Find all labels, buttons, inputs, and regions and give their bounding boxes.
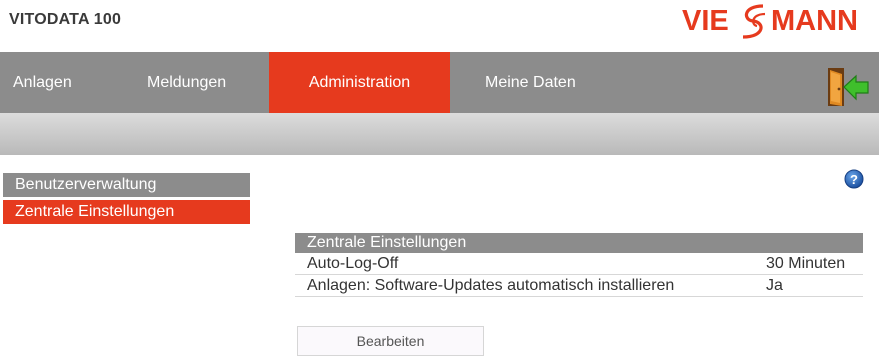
svg-text:VIE: VIE (682, 5, 729, 37)
nav-anlagen[interactable]: Anlagen (13, 52, 72, 113)
settings-row: Auto-Log-Off 30 Minuten (295, 254, 863, 275)
nav-meldungen[interactable]: Meldungen (147, 52, 226, 113)
app-title: VITODATA 100 (9, 11, 122, 28)
main-navigation: Anlagen Meldungen Administration Meine D… (0, 52, 879, 113)
setting-value: 30 Minuten (766, 255, 846, 272)
setting-label: Anlagen: Software-Updates automatisch in… (307, 277, 675, 294)
nav-administration[interactable]: Administration (269, 52, 450, 113)
svg-text:MANN: MANN (771, 5, 858, 37)
exit-door-icon[interactable] (826, 66, 870, 108)
edit-button[interactable]: Bearbeiten (297, 326, 484, 356)
panel-title: Zentrale Einstellungen (295, 233, 863, 253)
help-icon[interactable]: ? (844, 169, 864, 189)
viessmann-logo: VIE MANN (682, 4, 858, 39)
sub-navigation-bar (0, 113, 879, 155)
svg-text:?: ? (850, 172, 858, 187)
setting-label: Auto-Log-Off (307, 255, 399, 272)
sidebar-item-benutzerverwaltung[interactable]: Benutzerverwaltung (3, 173, 250, 197)
settings-row: Anlagen: Software-Updates automatisch in… (295, 276, 863, 297)
setting-value: Ja (766, 277, 783, 294)
sidebar-item-zentrale-einstellungen[interactable]: Zentrale Einstellungen (3, 200, 250, 224)
nav-meine-daten[interactable]: Meine Daten (485, 52, 576, 113)
